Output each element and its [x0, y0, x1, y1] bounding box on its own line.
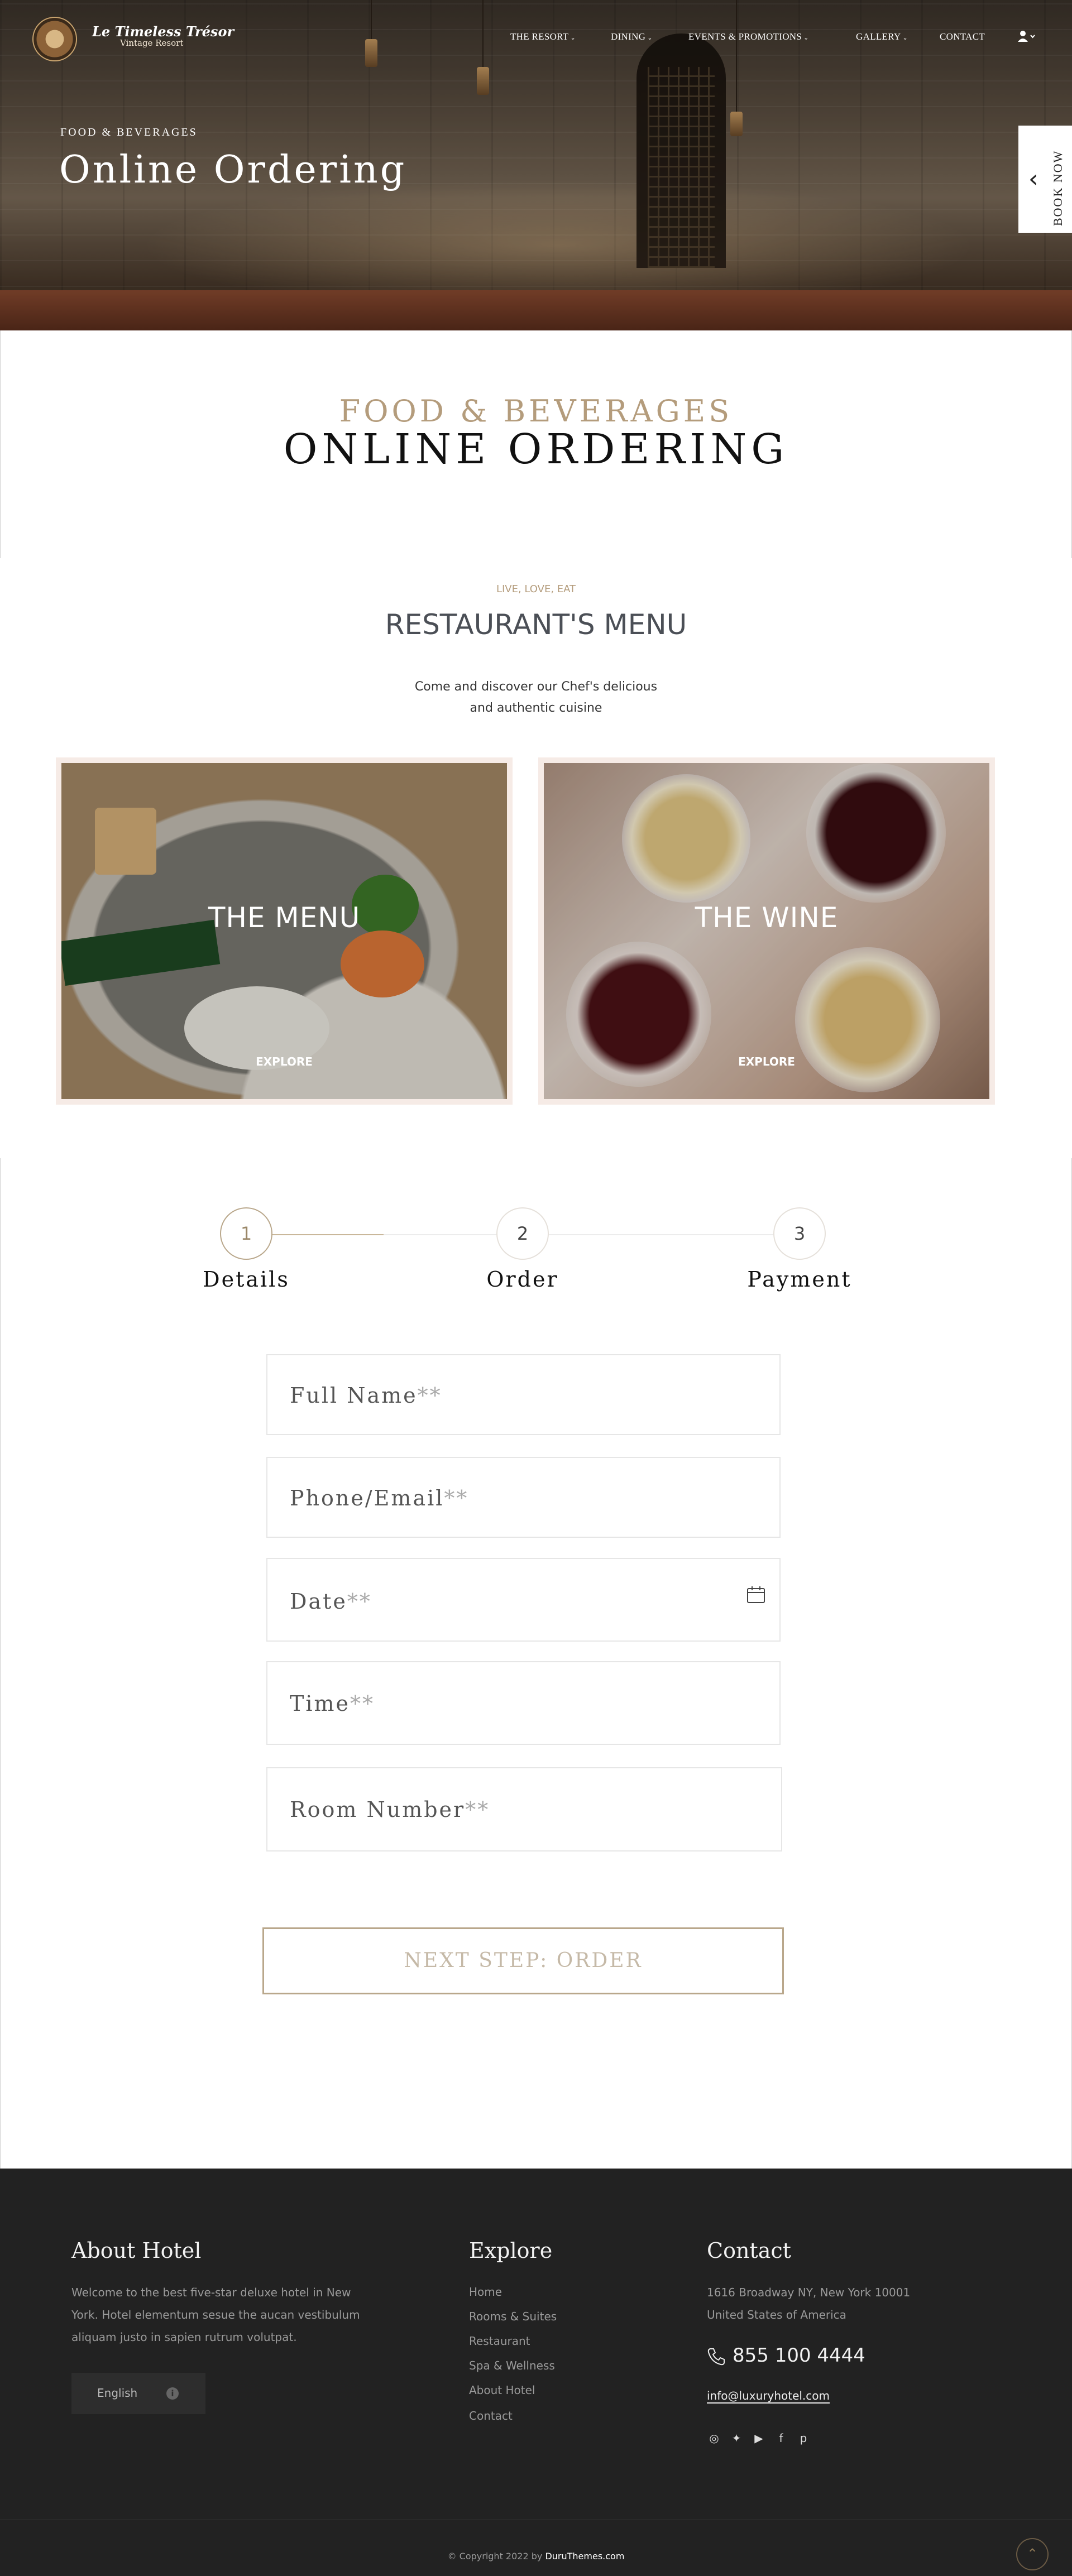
date-placeholder: Date** — [290, 1589, 372, 1614]
nav-item-label: GALLERY — [856, 31, 901, 42]
menu-eyebrow: LIVE, LOVE, EAT — [496, 583, 576, 595]
step-2-label: Order — [486, 1267, 559, 1292]
site-footer — [0, 2169, 1072, 2576]
nav-item-label: EVENTS & PROMOTIONS — [688, 31, 802, 42]
step-2-circle[interactable]: 2 — [496, 1207, 549, 1260]
card-title: THE WINE — [695, 901, 839, 934]
twitter-icon[interactable]: ✦ — [729, 2431, 744, 2445]
placeholder-text: Date — [290, 1589, 347, 1614]
hero-banner: Le Timeless Trésor Vintage Resort THE RE… — [0, 0, 1072, 330]
full-name-field[interactable]: Full Name** — [266, 1354, 781, 1435]
hero-kicker: FOOD & BEVERAGES — [60, 126, 198, 138]
nav-item-label: THE RESORT — [510, 31, 569, 42]
required-mark: ** — [347, 1589, 372, 1614]
step-progress-line-active — [272, 1234, 384, 1235]
time-field[interactable]: Time** — [266, 1661, 781, 1745]
footer-link-contact[interactable]: Contact — [469, 2409, 513, 2423]
explore-link[interactable]: EXPLORE — [56, 1055, 513, 1068]
step-3-label: Payment — [747, 1267, 852, 1292]
nav-item-label: DINING — [611, 31, 646, 42]
footer-address: 1616 Broadway NY, New York 10001 United … — [707, 2281, 910, 2326]
footer-link-spa-wellness[interactable]: Spa & Wellness — [469, 2359, 555, 2372]
footer-link-about-hotel[interactable]: About Hotel — [469, 2383, 535, 2397]
page-border-left — [0, 1158, 1, 2169]
room-number-placeholder: Room Number** — [290, 1797, 490, 1822]
chevron-left-icon: ‹ — [1028, 165, 1038, 193]
chevron-down-icon: ⌄ — [803, 35, 809, 41]
language-label: English — [97, 2386, 138, 2400]
footer-about-line: York. Hotel elementum sesue the aucan ve… — [71, 2308, 360, 2321]
address-line: 1616 Broadway NY, New York 10001 — [707, 2286, 911, 2299]
step-1-label: Details — [203, 1267, 290, 1292]
step-1-circle[interactable]: 1 — [220, 1207, 272, 1260]
main-nav: THE RESORT ⌄ DINING ⌄ EVENTS & PROMOTIONS ⌄… — [0, 31, 1072, 48]
nav-item-label: CONTACT — [940, 31, 985, 42]
footer-email[interactable]: info@luxuryhotel.com — [707, 2389, 830, 2404]
step-3-circle[interactable]: 3 — [773, 1207, 826, 1260]
nav-item-dining[interactable]: DINING ⌄ — [611, 31, 653, 42]
footer-about-title: About Hotel — [71, 2238, 202, 2263]
placeholder-text: Phone/Email — [290, 1486, 444, 1510]
full-name-placeholder: Full Name** — [290, 1383, 442, 1408]
footer-phone[interactable]: 855 100 4444 — [733, 2344, 865, 2367]
placeholder-text: Full Name — [290, 1383, 418, 1408]
pinterest-icon[interactable]: p — [796, 2431, 811, 2445]
required-mark: ** — [444, 1486, 469, 1510]
menu-description: Come and discover our Chef's delicious a… — [0, 677, 1072, 719]
required-mark: ** — [465, 1797, 490, 1822]
chevron-up-icon: ⌃ — [1026, 2546, 1038, 2561]
youtube-icon[interactable]: ▶ — [752, 2431, 766, 2445]
site-header: Le Timeless Trésor Vintage Resort THE RE… — [0, 0, 1072, 73]
chevron-down-icon: ⌄ — [647, 35, 653, 41]
placeholder-text: Room Number — [290, 1797, 466, 1822]
next-step-order-button[interactable]: NEXT STEP: ORDER — [262, 1927, 784, 1994]
placeholder-text: Time — [290, 1691, 351, 1716]
scroll-to-top-button[interactable]: ⌃ — [1016, 2538, 1049, 2570]
book-now-tab[interactable]: ‹ BOOK NOW — [1018, 126, 1072, 233]
card-title: THE MENU — [208, 901, 361, 934]
calendar-icon[interactable] — [746, 1586, 765, 1604]
chevron-down-icon: ⌄ — [570, 35, 576, 41]
phone-icon — [707, 2348, 725, 2366]
info-icon: i — [166, 2387, 179, 2400]
date-field[interactable]: Date** — [266, 1558, 781, 1642]
menu-description-line: and authentic cuisine — [470, 701, 602, 715]
copyright-text: © Copyright 2022 by — [447, 2551, 545, 2561]
hero-title: Online Ordering — [59, 148, 407, 192]
nav-item-events-promotions[interactable]: EVENTS & PROMOTIONS ⌄ — [688, 31, 809, 42]
instagram-icon[interactable]: ◎ — [707, 2431, 721, 2445]
footer-link-rooms-suites[interactable]: Rooms & Suites — [469, 2310, 557, 2323]
copyright: © Copyright 2022 by DuruThemes.com — [0, 2551, 1072, 2561]
phone-email-field[interactable]: Phone/Email** — [266, 1457, 781, 1538]
explore-link[interactable]: EXPLORE — [538, 1055, 995, 1068]
copyright-brand-link[interactable]: DuruThemes.com — [545, 2551, 624, 2561]
time-placeholder: Time** — [290, 1691, 375, 1716]
footer-contact-title: Contact — [707, 2238, 791, 2263]
phone-email-placeholder: Phone/Email** — [290, 1486, 468, 1510]
footer-link-home[interactable]: Home — [469, 2285, 502, 2299]
footer-explore-title: Explore — [469, 2238, 553, 2263]
book-now-label: BOOK NOW — [1051, 150, 1065, 226]
nav-item-contact[interactable]: CONTACT — [940, 31, 985, 42]
user-account-icon[interactable] — [1017, 30, 1035, 42]
room-number-field[interactable]: Room Number** — [266, 1767, 782, 1851]
footer-link-restaurant[interactable]: Restaurant — [469, 2334, 530, 2348]
language-selector[interactable]: English i — [71, 2373, 205, 2414]
footer-about-line: Welcome to the best five-star deluxe hot… — [71, 2286, 351, 2299]
footer-about-text: Welcome to the best five-star deluxe hot… — [71, 2281, 360, 2348]
nav-item-gallery[interactable]: GALLERY ⌄ — [856, 31, 908, 42]
required-mark: ** — [417, 1383, 442, 1408]
address-line: United States of America — [707, 2308, 846, 2321]
footer-about-line: aliquam justo in sapien rutrum volutpat. — [71, 2330, 297, 2344]
page-title: ONLINE ORDERING — [283, 425, 789, 473]
required-mark: ** — [350, 1691, 375, 1716]
page-kicker: FOOD & BEVERAGES — [339, 394, 733, 429]
menu-description-line: Come and discover our Chef's delicious — [414, 680, 658, 694]
wine-card[interactable]: THE WINE EXPLORE — [538, 757, 995, 1105]
facebook-icon[interactable]: f — [774, 2431, 788, 2445]
chevron-down-icon: ⌄ — [902, 35, 908, 41]
menu-card[interactable]: THE MENU EXPLORE — [56, 757, 513, 1105]
nav-item-the-resort[interactable]: THE RESORT ⌄ — [510, 31, 576, 42]
menu-title: RESTAURANT'S MENU — [385, 608, 687, 641]
